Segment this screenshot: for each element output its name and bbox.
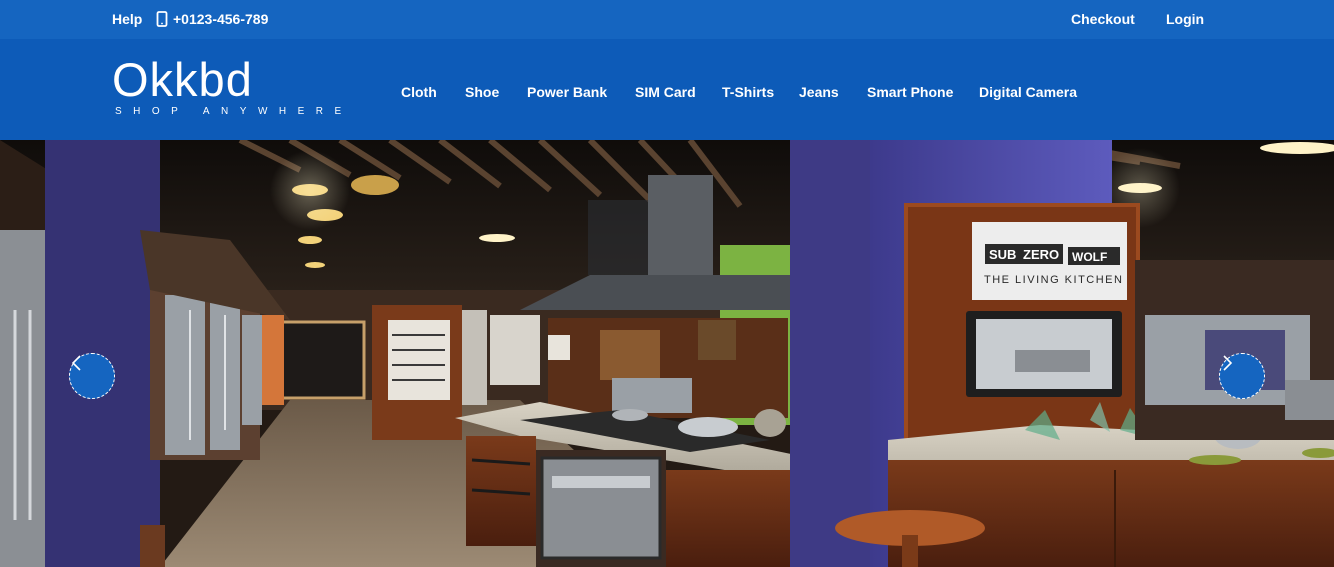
- nav-item-power-bank[interactable]: Power Bank: [527, 84, 607, 100]
- sign-brand-left: SUB: [989, 247, 1016, 262]
- slider-next-button[interactable]: [1219, 353, 1265, 399]
- hero-slider: SUB ZERO WOLF THE LIVING KITCHEN: [0, 140, 1334, 567]
- checkout-link[interactable]: Checkout: [1071, 11, 1135, 27]
- phone-number: +0123-456-789: [173, 11, 269, 27]
- login-link[interactable]: Login: [1166, 11, 1204, 27]
- sign-subtitle: THE LIVING KITCHEN: [984, 274, 1123, 286]
- nav-item-digital-camera[interactable]: Digital Camera: [979, 84, 1077, 100]
- sign-brand-right: WOLF: [1072, 250, 1107, 264]
- phone-link[interactable]: +0123-456-789: [156, 11, 268, 27]
- sign-brand-mid: ZERO: [1023, 247, 1059, 262]
- slider-prev-button[interactable]: [69, 353, 115, 399]
- logo-text: Okkbd: [112, 53, 253, 106]
- nav-item-t-shirts[interactable]: T-Shirts: [722, 84, 774, 100]
- nav-item-cloth[interactable]: Cloth: [401, 84, 437, 100]
- help-link[interactable]: Help: [112, 11, 142, 27]
- nav-item-sim-card[interactable]: SIM Card: [635, 84, 696, 100]
- chevron-right-icon: [1223, 355, 1233, 371]
- chevron-left-icon: [71, 355, 81, 371]
- top-bar: Help +0123-456-789 Checkout Login: [0, 0, 1334, 39]
- main-header: Okkbd SHOP ANYWHERE Cloth Shoe Power Ban…: [0, 39, 1334, 140]
- nav-item-jeans[interactable]: Jeans: [799, 84, 839, 100]
- hero-image: SUB ZERO WOLF THE LIVING KITCHEN: [0, 140, 1334, 567]
- nav-item-smart-phone[interactable]: Smart Phone: [867, 84, 953, 100]
- nav-item-shoe[interactable]: Shoe: [465, 84, 499, 100]
- logo[interactable]: Okkbd SHOP ANYWHERE: [112, 53, 341, 118]
- mobile-phone-icon: [156, 11, 168, 27]
- logo-tagline: SHOP ANYWHERE: [115, 106, 353, 117]
